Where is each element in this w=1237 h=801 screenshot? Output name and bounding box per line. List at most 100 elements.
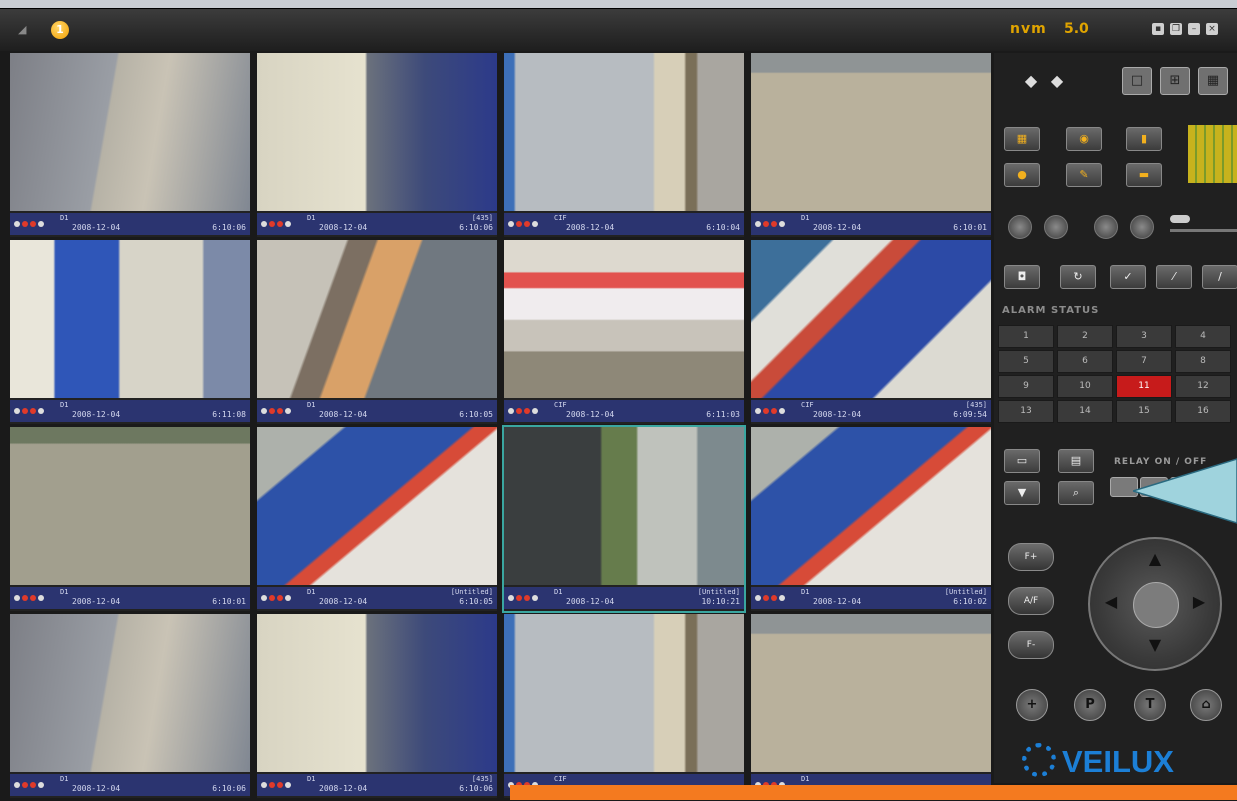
tool-button[interactable]: / bbox=[1202, 265, 1237, 289]
zoom-button[interactable]: ⌕ bbox=[1058, 481, 1094, 505]
tour-button[interactable]: T bbox=[1134, 689, 1166, 721]
ptz-up-icon[interactable]: ▲ bbox=[1146, 551, 1164, 569]
audio-button[interactable] bbox=[1094, 215, 1118, 239]
settings-button[interactable]: ✓ bbox=[1110, 265, 1146, 289]
camera-tile-1[interactable]: D1 2008-12-04 6:10:06 bbox=[10, 53, 250, 237]
camera-tile-9[interactable]: D1 2008-12-04 6:10:01 bbox=[10, 427, 250, 611]
camera-feed[interactable] bbox=[751, 240, 991, 398]
alarm-channel-3[interactable]: 3 bbox=[1116, 325, 1172, 348]
camera-feed[interactable] bbox=[504, 53, 744, 211]
calendar-button[interactable]: ▤ bbox=[1058, 449, 1094, 473]
camera-feed[interactable] bbox=[10, 614, 250, 772]
camera-feed[interactable] bbox=[10, 427, 250, 585]
storage-button[interactable]: ▮ bbox=[1126, 127, 1162, 151]
alarm-channel-13[interactable]: 13 bbox=[998, 400, 1054, 423]
alert-badge[interactable]: 1 bbox=[51, 21, 69, 39]
refresh-button[interactable]: ↻ bbox=[1060, 265, 1096, 289]
camera-tile-5[interactable]: D1 2008-12-04 6:11:08 bbox=[10, 240, 250, 424]
alarm-channel-7[interactable]: 7 bbox=[1116, 350, 1172, 373]
grid-view-button[interactable]: ▦ bbox=[1004, 127, 1040, 151]
alarm-channel-8[interactable]: 8 bbox=[1175, 350, 1231, 373]
alarm-channel-11[interactable]: 11 bbox=[1116, 375, 1172, 398]
split-button[interactable]: ⁄ bbox=[1156, 265, 1192, 289]
alarm-channel-10[interactable]: 10 bbox=[1057, 375, 1113, 398]
ptz-right-icon[interactable]: ▶ bbox=[1190, 594, 1208, 612]
camera-tile-12[interactable]: D1 2008-12-04 [Untitled] 6:10:02 bbox=[751, 427, 991, 611]
alarm-channel-2[interactable]: 2 bbox=[1057, 325, 1113, 348]
camera-feed[interactable] bbox=[257, 427, 497, 585]
snapshot-button[interactable]: ◘ bbox=[1004, 265, 1040, 289]
mute-button[interactable] bbox=[1130, 215, 1154, 239]
alarm-channel-4[interactable]: 4 bbox=[1175, 325, 1231, 348]
camera-tile-15[interactable]: CIF2008-12-046:10:04 bbox=[504, 614, 744, 798]
camera-tile-11[interactable]: D1 2008-12-04 [Untitled] 10:10:21 bbox=[502, 425, 746, 613]
layout-nine-button[interactable]: ▦ bbox=[1198, 67, 1228, 95]
home-button[interactable]: ⌂ bbox=[1190, 689, 1222, 721]
focus-minus-button[interactable]: F- bbox=[1008, 631, 1054, 659]
status-icons bbox=[261, 406, 301, 416]
ptz-down-icon[interactable]: ▼ bbox=[1146, 637, 1164, 655]
record-button[interactable] bbox=[1008, 215, 1032, 239]
auto-focus-button[interactable]: A/F bbox=[1008, 587, 1054, 615]
next-arrow-icon[interactable]: ◆ bbox=[1046, 73, 1068, 89]
camera-feed[interactable] bbox=[751, 53, 991, 211]
layout-matrix-icon[interactable] bbox=[1188, 125, 1237, 183]
restore-icon[interactable]: ❐ bbox=[1170, 23, 1182, 35]
close-icon[interactable]: × bbox=[1206, 23, 1218, 35]
monitor-button[interactable]: ▭ bbox=[1004, 449, 1040, 473]
alarm-channel-12[interactable]: 12 bbox=[1175, 375, 1231, 398]
camera-feed[interactable] bbox=[257, 53, 497, 211]
camera-feed[interactable] bbox=[10, 53, 250, 211]
alarm-channel-5[interactable]: 5 bbox=[998, 350, 1054, 373]
record-icon bbox=[516, 407, 522, 414]
layout-quad-button[interactable]: ⊞ bbox=[1160, 67, 1190, 95]
camera-feed[interactable] bbox=[257, 614, 497, 772]
preset-button[interactable]: P bbox=[1074, 689, 1106, 721]
camera-tile-6[interactable]: D1 2008-12-04 6:10:05 bbox=[257, 240, 497, 424]
camera-tile-4[interactable]: D1 2008-12-04 6:10:01 bbox=[751, 53, 991, 237]
focus-plus-button[interactable]: F+ bbox=[1008, 543, 1054, 571]
ptz-control[interactable]: ▲ ▼ ◀ ▶ bbox=[1088, 537, 1222, 671]
alarm-channel-15[interactable]: 15 bbox=[1116, 400, 1172, 423]
stop-button[interactable] bbox=[1044, 215, 1068, 239]
camera-tile-2[interactable]: D1 2008-12-04 [435] 6:10:06 bbox=[257, 53, 497, 237]
motion-icon bbox=[524, 220, 530, 227]
camera-tile-3[interactable]: CIF 2008-12-04 6:10:04 bbox=[504, 53, 744, 237]
camera-feed[interactable] bbox=[751, 427, 991, 585]
time-label: 6:10:04 bbox=[706, 223, 740, 232]
camera-feed[interactable] bbox=[257, 240, 497, 398]
alarm-channel-9[interactable]: 9 bbox=[998, 375, 1054, 398]
date-label: 2008-12-04 bbox=[319, 223, 368, 232]
camera-feed[interactable] bbox=[10, 240, 250, 398]
alarm-channel-16[interactable]: 16 bbox=[1175, 400, 1231, 423]
zoom-in-button[interactable]: + bbox=[1016, 689, 1048, 721]
ptz-left-icon[interactable]: ◀ bbox=[1102, 594, 1120, 612]
camera-tile-16[interactable]: D12008-12-046:10:01 bbox=[751, 614, 991, 798]
record-icon bbox=[763, 594, 769, 601]
camera-tile-7[interactable]: CIF 2008-12-04 6:11:03 bbox=[504, 240, 744, 424]
camera-tile-8[interactable]: CIF 2008-12-04 [435] 6:09:54 bbox=[751, 240, 991, 424]
camera-feed[interactable] bbox=[504, 427, 744, 585]
camera-label: [435] bbox=[965, 401, 987, 409]
alarm-channel-6[interactable]: 6 bbox=[1057, 350, 1113, 373]
camera-tile-13[interactable]: D1 2008-12-04 6:10:06 bbox=[10, 614, 250, 798]
lock-icon[interactable]: ▪ bbox=[1152, 23, 1164, 35]
layout-single-button[interactable]: □ bbox=[1122, 67, 1152, 95]
log-button[interactable]: ✎ bbox=[1066, 163, 1102, 187]
time-label: 6:10:01 bbox=[953, 223, 987, 232]
minimize-icon[interactable]: – bbox=[1188, 23, 1200, 35]
ptz-zoom-center[interactable] bbox=[1133, 582, 1179, 628]
volume-slider[interactable] bbox=[1170, 213, 1237, 239]
camera-feed[interactable] bbox=[504, 614, 744, 772]
alarm-channel-1[interactable]: 1 bbox=[998, 325, 1054, 348]
camera-feed[interactable] bbox=[751, 614, 991, 772]
prev-arrow-icon[interactable]: ◆ bbox=[1020, 73, 1042, 89]
network-button[interactable]: ▼ bbox=[1004, 481, 1040, 505]
camera-button[interactable]: ◉ bbox=[1066, 127, 1102, 151]
camera-tile-10[interactable]: D1 2008-12-04 [Untitled] 6:10:05 bbox=[257, 427, 497, 611]
camera-tile-14[interactable]: D1 2008-12-04 [435] 6:10:06 bbox=[257, 614, 497, 798]
playback-button[interactable]: ▬ bbox=[1126, 163, 1162, 187]
search-button[interactable]: ● bbox=[1004, 163, 1040, 187]
alarm-channel-14[interactable]: 14 bbox=[1057, 400, 1113, 423]
camera-feed[interactable] bbox=[504, 240, 744, 398]
